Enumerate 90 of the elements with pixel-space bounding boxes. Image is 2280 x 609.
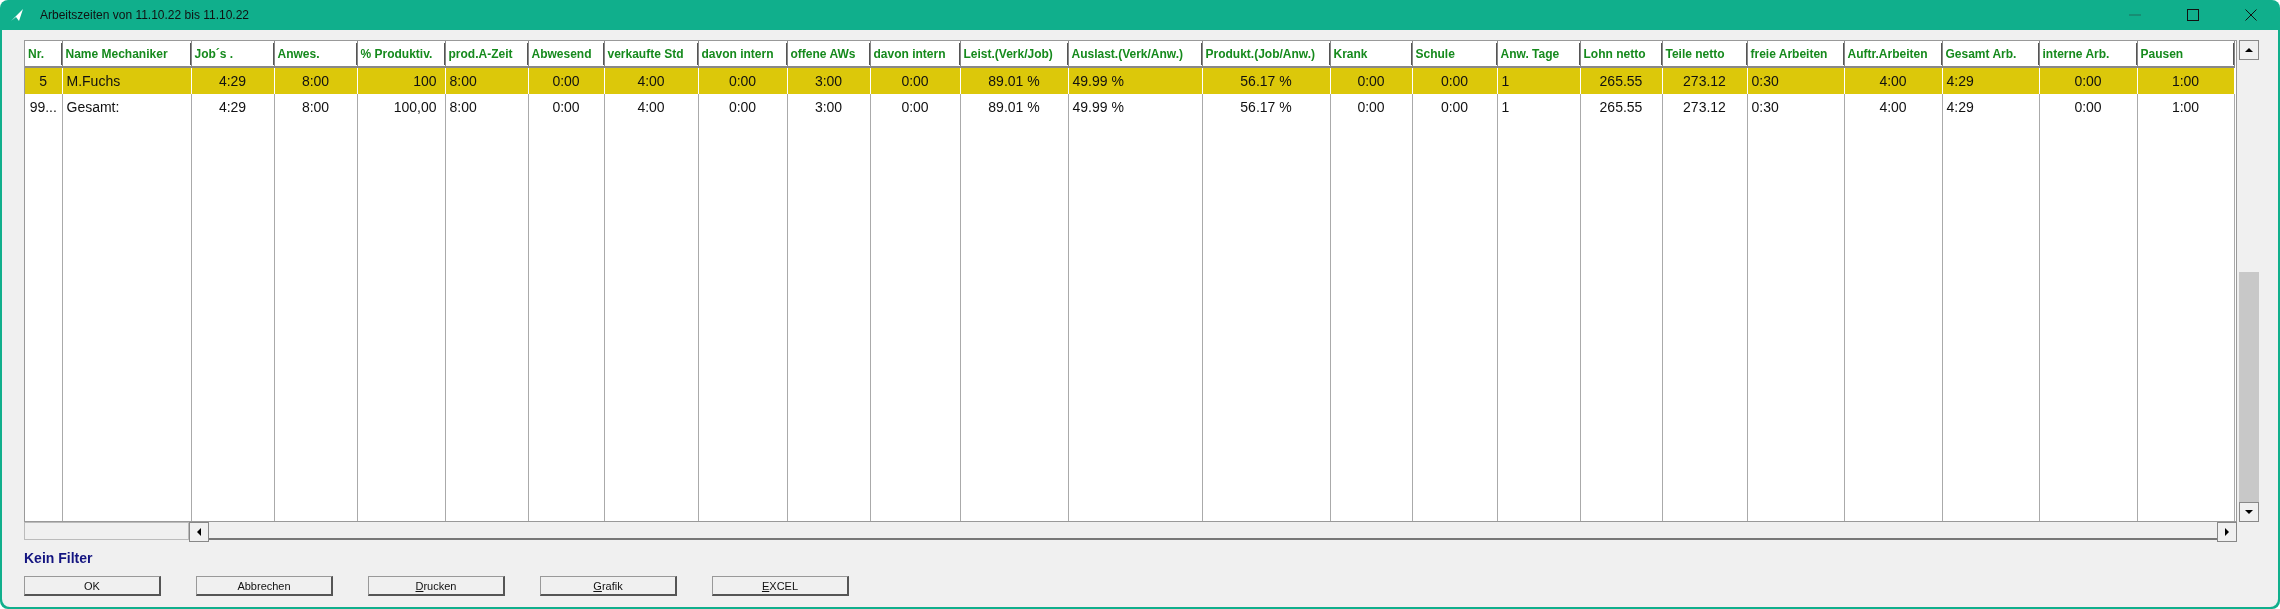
column-header[interactable]: Name Mechaniker <box>62 42 191 65</box>
table-cell: 0:00 <box>2039 94 2137 120</box>
vertical-scrollbar[interactable] <box>2239 40 2259 522</box>
table-cell: Gesamt: <box>62 94 191 120</box>
column-header[interactable]: verkaufte Std <box>604 42 698 65</box>
column-header[interactable]: % Produktiv. <box>357 42 445 65</box>
table-cell: 4:29 <box>191 67 274 94</box>
dialog-button[interactable]: EXCEL <box>712 576 849 596</box>
column-header[interactable]: Produkt.(Job/Anw.) <box>1202 42 1330 65</box>
dialog-button[interactable]: Grafik <box>540 576 677 596</box>
table-cell: 56.17 % <box>1202 67 1330 94</box>
table-cell: 8:00 <box>445 67 528 94</box>
maximize-icon[interactable] <box>2187 9 2199 21</box>
column-header[interactable]: Leist.(Verk/Job) <box>960 42 1068 65</box>
table-cell: 3:00 <box>787 94 870 120</box>
close-icon[interactable] <box>2245 9 2257 21</box>
table-cell: 4:29 <box>1942 94 2039 120</box>
table-cell: 49.99 % <box>1068 94 1202 120</box>
window-title: Arbeitszeiten von 11.10.22 bis 11.10.22 <box>40 8 251 22</box>
scroll-down-icon[interactable] <box>2239 502 2259 522</box>
table-cell: 0:00 <box>698 67 787 94</box>
column-header[interactable]: Nr. <box>25 42 62 65</box>
table-cell: 0:30 <box>1747 94 1844 120</box>
dialog-button[interactable]: OK <box>24 576 161 596</box>
scroll-up-icon[interactable] <box>2239 40 2259 60</box>
table-cell: 0:00 <box>1330 94 1412 120</box>
column-header[interactable]: Anwes. <box>274 42 357 65</box>
column-header[interactable]: davon intern <box>698 42 787 65</box>
column-header[interactable]: Pausen <box>2137 42 2234 65</box>
table-cell: 0:00 <box>1412 94 1497 120</box>
table-cell: 4:29 <box>191 94 274 120</box>
table-cell: 89.01 % <box>960 67 1068 94</box>
table-cell: 1:00 <box>2137 94 2234 120</box>
table-cell: 99... <box>25 94 62 120</box>
column-header[interactable]: Abwesend <box>528 42 604 65</box>
table-cell: 0:00 <box>528 67 604 94</box>
column-header[interactable]: offene AWs <box>787 42 870 65</box>
table-cell: 49.99 % <box>1068 67 1202 94</box>
table-cell: 5 <box>25 67 62 94</box>
table-cell: 273.12 <box>1662 67 1747 94</box>
table-cell: 0:00 <box>870 94 960 120</box>
table-cell: 0:00 <box>528 94 604 120</box>
column-header[interactable]: interne Arb. <box>2039 42 2137 65</box>
table-cell: 1 <box>1497 67 1580 94</box>
table-cell: 8:00 <box>274 94 357 120</box>
table-cell: 0:00 <box>1412 67 1497 94</box>
table-cell: 1 <box>1497 94 1580 120</box>
scroll-left-icon[interactable] <box>189 522 209 542</box>
dialog-button[interactable]: Drucken <box>368 576 505 596</box>
table-row[interactable]: 5 M.Fuchs 4:29 8:00 100 8:00 0:00 4:00 0:00 3:00 0:00 89.01 % 49.99 % 56.17 % 0:00 0:00 1 265.55 273.12 0:30 4:00 4:29 0:00 1:00 <box>25 67 2234 94</box>
table-cell: 265.55 <box>1580 67 1662 94</box>
table-cell: 89.01 % <box>960 94 1068 120</box>
table-cell: 4:29 <box>1942 67 2039 94</box>
dialog-button[interactable]: Abbrechen <box>196 576 333 596</box>
column-header[interactable]: Lohn netto <box>1580 42 1662 65</box>
column-header[interactable]: davon intern <box>870 42 960 65</box>
column-header[interactable]: Auftr.Arbeiten <box>1844 42 1942 65</box>
table-cell: 4:00 <box>1844 67 1942 94</box>
column-header[interactable]: prod.A-Zeit <box>445 42 528 65</box>
table-cell: 3:00 <box>787 67 870 94</box>
table-cell: 100 <box>357 67 445 94</box>
table-cell: 0:00 <box>2039 67 2137 94</box>
table-cell: 4:00 <box>604 67 698 94</box>
table-cell: 56.17 % <box>1202 94 1330 120</box>
table-cell: 273.12 <box>1662 94 1747 120</box>
table-cell: 4:00 <box>604 94 698 120</box>
column-header[interactable]: Auslast.(Verk/Anw.) <box>1068 42 1202 65</box>
table-cell: 4:00 <box>1844 94 1942 120</box>
table-cell: 100,00 <box>357 94 445 120</box>
table-cell: 8:00 <box>445 94 528 120</box>
column-header[interactable]: Anw. Tage <box>1497 42 1580 65</box>
column-header[interactable]: Schule <box>1412 42 1497 65</box>
table-cell: 0:00 <box>698 94 787 120</box>
table-cell: 0:00 <box>1330 67 1412 94</box>
column-header[interactable]: Krank <box>1330 42 1412 65</box>
filter-label: Kein Filter <box>24 550 94 568</box>
horizontal-scrollbar[interactable] <box>189 522 2237 540</box>
table-cell: 265.55 <box>1580 94 1662 120</box>
table-cell: 8:00 <box>274 67 357 94</box>
table-row[interactable]: 99... Gesamt: 4:29 8:00 100,00 8:00 0:00 4:00 0:00 3:00 0:00 89.01 % 49.99 % 56.17 % 0:00 0:00 1 265.55 273.12 0:30 4:00 4:29 0:00 1:00 <box>25 94 2234 120</box>
table-cell: 0:30 <box>1747 67 1844 94</box>
column-header[interactable]: Gesamt Arb. <box>1942 42 2039 65</box>
column-header[interactable]: Teile netto <box>1662 42 1747 65</box>
column-header[interactable]: freie Arbeiten <box>1747 42 1844 65</box>
column-header[interactable]: Job´s . <box>191 42 274 65</box>
scroll-right-icon[interactable] <box>2217 522 2237 542</box>
table-cell: M.Fuchs <box>62 67 191 94</box>
table-cell: 1:00 <box>2137 67 2234 94</box>
scrollbar-thumb[interactable] <box>2239 272 2259 502</box>
table-cell: 0:00 <box>870 67 960 94</box>
